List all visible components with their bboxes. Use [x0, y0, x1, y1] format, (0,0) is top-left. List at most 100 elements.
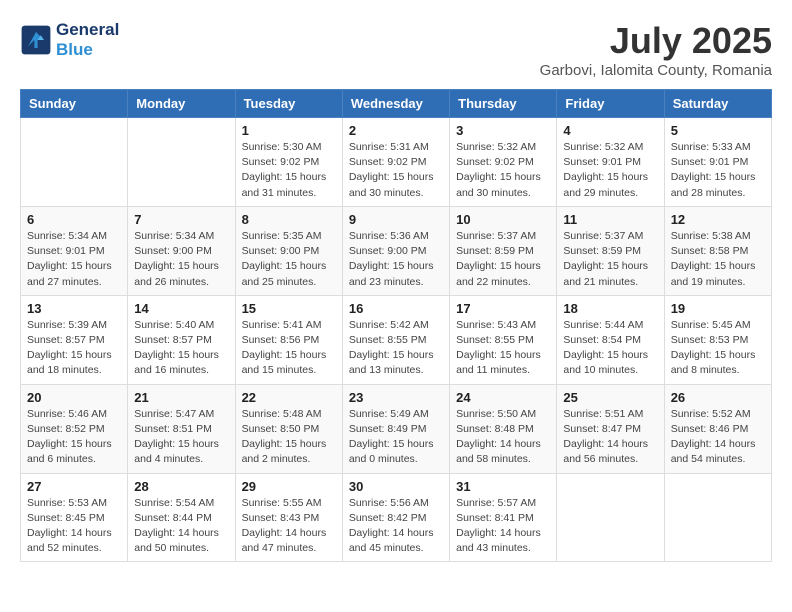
- day-number: 26: [671, 390, 765, 405]
- calendar-cell: 19 Sunrise: 5:45 AM Sunset: 8:53 PM Dayli…: [664, 295, 771, 384]
- calendar-cell: 23 Sunrise: 5:49 AM Sunset: 8:49 PM Dayli…: [342, 384, 449, 473]
- day-info: Sunrise: 5:37 AM Sunset: 8:59 PM Dayligh…: [456, 229, 550, 290]
- day-info: Sunrise: 5:32 AM Sunset: 9:01 PM Dayligh…: [563, 140, 657, 201]
- day-number: 9: [349, 212, 443, 227]
- day-number: 10: [456, 212, 550, 227]
- calendar-cell: 2 Sunrise: 5:31 AM Sunset: 9:02 PM Daylig…: [342, 118, 449, 207]
- day-info: Sunrise: 5:49 AM Sunset: 8:49 PM Dayligh…: [349, 407, 443, 468]
- calendar-week-4: 20 Sunrise: 5:46 AM Sunset: 8:52 PM Dayli…: [21, 384, 772, 473]
- day-number: 17: [456, 301, 550, 316]
- day-number: 29: [242, 479, 336, 494]
- title-block: July 2025 Garbovi, Ialomita County, Roma…: [540, 20, 772, 79]
- day-info: Sunrise: 5:57 AM Sunset: 8:41 PM Dayligh…: [456, 496, 550, 557]
- weekday-header-thursday: Thursday: [450, 90, 557, 118]
- day-info: Sunrise: 5:34 AM Sunset: 9:01 PM Dayligh…: [27, 229, 121, 290]
- day-number: 12: [671, 212, 765, 227]
- day-number: 22: [242, 390, 336, 405]
- calendar-cell: 26 Sunrise: 5:52 AM Sunset: 8:46 PM Dayli…: [664, 384, 771, 473]
- calendar-cell: 21 Sunrise: 5:47 AM Sunset: 8:51 PM Dayli…: [128, 384, 235, 473]
- calendar-cell: 3Sunrise: 5:32 AM Sunset: 9:02 PM Daylig…: [450, 118, 557, 207]
- day-info: Sunrise: 5:52 AM Sunset: 8:46 PM Dayligh…: [671, 407, 765, 468]
- calendar-cell: 16 Sunrise: 5:42 AM Sunset: 8:55 PM Dayli…: [342, 295, 449, 384]
- logo-icon: [20, 24, 52, 56]
- day-number: 2: [349, 123, 443, 138]
- day-number: 19: [671, 301, 765, 316]
- calendar-cell: 13 Sunrise: 5:39 AM Sunset: 8:57 PM Dayli…: [21, 295, 128, 384]
- calendar-cell: 24 Sunrise: 5:50 AM Sunset: 8:48 PM Dayli…: [450, 384, 557, 473]
- calendar-cell: 1 Sunrise: 5:30 AM Sunset: 9:02 PM Daylig…: [235, 118, 342, 207]
- calendar-week-3: 13 Sunrise: 5:39 AM Sunset: 8:57 PM Dayli…: [21, 295, 772, 384]
- day-number: 8: [242, 212, 336, 227]
- day-number: 15: [242, 301, 336, 316]
- day-number: 16: [349, 301, 443, 316]
- day-number: 4: [563, 123, 657, 138]
- day-info: Sunrise: 5:30 AM Sunset: 9:02 PM Dayligh…: [242, 140, 336, 201]
- day-info: Sunrise: 5:31 AM Sunset: 9:02 PM Dayligh…: [349, 140, 443, 201]
- day-info: Sunrise: 5:45 AM Sunset: 8:53 PM Dayligh…: [671, 318, 765, 379]
- calendar-cell: [557, 473, 664, 562]
- location-title: Garbovi, Ialomita County, Romania: [540, 62, 772, 79]
- day-info: Sunrise: 5:46 AM Sunset: 8:52 PM Dayligh…: [27, 407, 121, 468]
- day-info: Sunrise: 5:44 AM Sunset: 8:54 PM Dayligh…: [563, 318, 657, 379]
- day-info: Sunrise: 5:39 AM Sunset: 8:57 PM Dayligh…: [27, 318, 121, 379]
- calendar-cell: 17 Sunrise: 5:43 AM Sunset: 8:55 PM Dayli…: [450, 295, 557, 384]
- day-number: 25: [563, 390, 657, 405]
- day-number: 30: [349, 479, 443, 494]
- calendar-cell: 12 Sunrise: 5:38 AM Sunset: 8:58 PM Dayli…: [664, 206, 771, 295]
- calendar-cell: 20 Sunrise: 5:46 AM Sunset: 8:52 PM Dayli…: [21, 384, 128, 473]
- day-info: Sunrise: 5:47 AM Sunset: 8:51 PM Dayligh…: [134, 407, 228, 468]
- day-info: Sunrise: 5:51 AM Sunset: 8:47 PM Dayligh…: [563, 407, 657, 468]
- weekday-header-wednesday: Wednesday: [342, 90, 449, 118]
- weekday-header-saturday: Saturday: [664, 90, 771, 118]
- day-number: 28: [134, 479, 228, 494]
- page-header: General Blue July 2025 Garbovi, Ialomita…: [20, 20, 772, 79]
- day-number: 23: [349, 390, 443, 405]
- day-info: Sunrise: 5:56 AM Sunset: 8:42 PM Dayligh…: [349, 496, 443, 557]
- day-info: Sunrise: 5:38 AM Sunset: 8:58 PM Dayligh…: [671, 229, 765, 290]
- month-title: July 2025: [540, 20, 772, 62]
- calendar-cell: 4 Sunrise: 5:32 AM Sunset: 9:01 PM Daylig…: [557, 118, 664, 207]
- day-info: Sunrise: 5:32 AM Sunset: 9:02 PM Dayligh…: [456, 140, 550, 201]
- calendar-cell: 6Sunrise: 5:34 AM Sunset: 9:01 PM Daylig…: [21, 206, 128, 295]
- calendar-cell: [664, 473, 771, 562]
- day-info: Sunrise: 5:42 AM Sunset: 8:55 PM Dayligh…: [349, 318, 443, 379]
- calendar-cell: 29 Sunrise: 5:55 AM Sunset: 8:43 PM Dayli…: [235, 473, 342, 562]
- calendar-cell: 7Sunrise: 5:34 AM Sunset: 9:00 PM Daylig…: [128, 206, 235, 295]
- calendar-cell: 25 Sunrise: 5:51 AM Sunset: 8:47 PM Dayli…: [557, 384, 664, 473]
- calendar-cell: 11 Sunrise: 5:37 AM Sunset: 8:59 PM Dayli…: [557, 206, 664, 295]
- day-number: 27: [27, 479, 121, 494]
- day-number: 13: [27, 301, 121, 316]
- day-number: 20: [27, 390, 121, 405]
- day-info: Sunrise: 5:53 AM Sunset: 8:45 PM Dayligh…: [27, 496, 121, 557]
- calendar-cell: 30 Sunrise: 5:56 AM Sunset: 8:42 PM Dayli…: [342, 473, 449, 562]
- weekday-header-sunday: Sunday: [21, 90, 128, 118]
- calendar-cell: 9Sunrise: 5:36 AM Sunset: 9:00 PM Daylig…: [342, 206, 449, 295]
- day-info: Sunrise: 5:35 AM Sunset: 9:00 PM Dayligh…: [242, 229, 336, 290]
- day-number: 7: [134, 212, 228, 227]
- calendar-cell: 28Sunrise: 5:54 AM Sunset: 8:44 PM Dayli…: [128, 473, 235, 562]
- day-info: Sunrise: 5:43 AM Sunset: 8:55 PM Dayligh…: [456, 318, 550, 379]
- day-info: Sunrise: 5:50 AM Sunset: 8:48 PM Dayligh…: [456, 407, 550, 468]
- day-info: Sunrise: 5:55 AM Sunset: 8:43 PM Dayligh…: [242, 496, 336, 557]
- calendar-cell: 22Sunrise: 5:48 AM Sunset: 8:50 PM Dayli…: [235, 384, 342, 473]
- calendar-cell: 14Sunrise: 5:40 AM Sunset: 8:57 PM Dayli…: [128, 295, 235, 384]
- calendar-cell: 5Sunrise: 5:33 AM Sunset: 9:01 PM Daylig…: [664, 118, 771, 207]
- day-number: 21: [134, 390, 228, 405]
- day-info: Sunrise: 5:40 AM Sunset: 8:57 PM Dayligh…: [134, 318, 228, 379]
- calendar-cell: 15Sunrise: 5:41 AM Sunset: 8:56 PM Dayli…: [235, 295, 342, 384]
- calendar-cell: 8 Sunrise: 5:35 AM Sunset: 9:00 PM Daylig…: [235, 206, 342, 295]
- calendar-week-2: 6Sunrise: 5:34 AM Sunset: 9:01 PM Daylig…: [21, 206, 772, 295]
- day-number: 31: [456, 479, 550, 494]
- day-number: 24: [456, 390, 550, 405]
- calendar-cell: 10 Sunrise: 5:37 AM Sunset: 8:59 PM Dayli…: [450, 206, 557, 295]
- calendar-week-1: 1 Sunrise: 5:30 AM Sunset: 9:02 PM Daylig…: [21, 118, 772, 207]
- day-number: 11: [563, 212, 657, 227]
- day-info: Sunrise: 5:33 AM Sunset: 9:01 PM Dayligh…: [671, 140, 765, 201]
- weekday-header-row: SundayMondayTuesdayWednesdayThursdayFrid…: [21, 90, 772, 118]
- day-info: Sunrise: 5:37 AM Sunset: 8:59 PM Dayligh…: [563, 229, 657, 290]
- calendar-cell: [128, 118, 235, 207]
- logo: General Blue: [20, 20, 119, 59]
- day-number: 1: [242, 123, 336, 138]
- calendar-cell: 18Sunrise: 5:44 AM Sunset: 8:54 PM Dayli…: [557, 295, 664, 384]
- weekday-header-tuesday: Tuesday: [235, 90, 342, 118]
